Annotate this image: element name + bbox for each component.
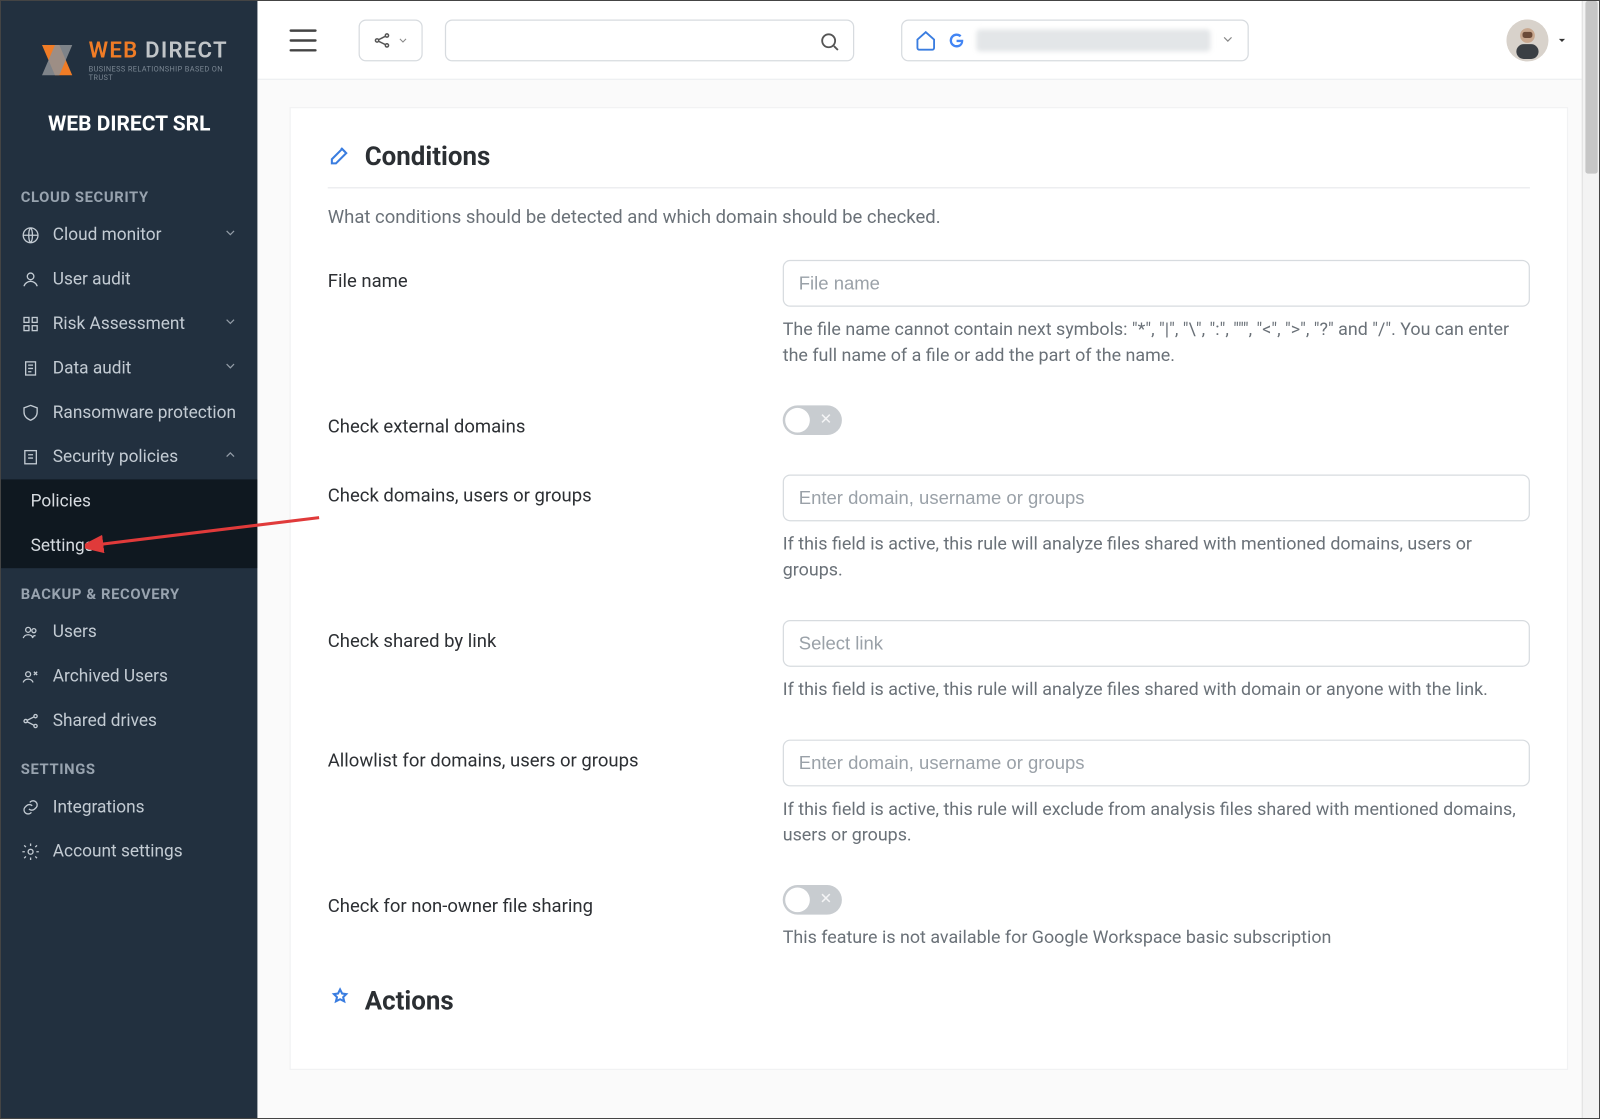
user-icon <box>21 270 41 290</box>
check-domains-input[interactable] <box>783 475 1530 522</box>
sidebar-item-label: Integrations <box>53 798 145 818</box>
chevron-down-icon <box>1220 28 1235 51</box>
sidebar-item-label: Users <box>53 622 97 642</box>
scrollbar-thumb[interactable] <box>1585 1 1597 174</box>
sidebar-item-label: Shared drives <box>53 711 157 731</box>
archived-users-icon <box>21 667 41 687</box>
context-account-name-redacted <box>976 29 1210 51</box>
non-owner-sharing-toggle[interactable]: ✕ <box>783 885 842 915</box>
caret-down-icon <box>1556 34 1568 46</box>
file-name-label: File name <box>328 260 753 292</box>
file-name-help: The file name cannot contain next symbol… <box>783 317 1530 369</box>
clipboard-icon <box>21 359 41 379</box>
sidebar-subitem-policies[interactable]: Policies <box>1 479 257 523</box>
sidebar-item-label: Security policies <box>53 447 178 467</box>
chevron-up-icon <box>223 447 238 467</box>
edit-icon <box>328 143 353 173</box>
sidebar-item-account-settings[interactable]: Account settings <box>1 830 257 874</box>
sidebar-item-label: Cloud monitor <box>53 225 162 245</box>
main-content: Conditions What conditions should be det… <box>257 1 1600 1119</box>
brand-block: WEB DIRECT BUSINESS RELATIONSHIP BASED O… <box>1 1 257 100</box>
sidebar-item-security-policies[interactable]: Security policies <box>1 435 257 479</box>
home-icon <box>915 29 937 51</box>
sidebar-item-label: Risk Assessment <box>53 314 185 334</box>
share-icon <box>372 30 392 50</box>
sidebar-item-risk-assessment[interactable]: Risk Assessment <box>1 302 257 346</box>
sidebar: WEB DIRECT BUSINESS RELATIONSHIP BASED O… <box>1 1 257 1119</box>
link-icon <box>21 798 41 818</box>
chevron-down-icon <box>223 359 238 379</box>
sidebar-item-shared-drives[interactable]: Shared drives <box>1 699 257 743</box>
allowlist-help: If this field is active, this rule will … <box>783 796 1530 848</box>
file-name-input[interactable] <box>783 260 1530 307</box>
check-shared-link-label: Check shared by link <box>328 620 753 652</box>
gear-icon <box>21 842 41 862</box>
sidebar-item-users[interactable]: Users <box>1 610 257 654</box>
sidebar-section-settings: SETTINGS <box>1 743 257 785</box>
conditions-title: Conditions <box>365 143 491 173</box>
share-icon <box>21 711 41 731</box>
non-owner-sharing-label: Check for non-owner file sharing <box>328 885 753 917</box>
grid-icon <box>21 314 41 334</box>
non-owner-sharing-help: This feature is not available for Google… <box>783 925 1530 951</box>
user-avatar <box>1506 19 1548 61</box>
sidebar-item-cloud-monitor[interactable]: Cloud monitor <box>1 213 257 257</box>
topbar <box>257 1 1600 80</box>
allowlist-input[interactable] <box>783 740 1530 787</box>
search-icon <box>818 30 840 52</box>
brand-tagline: BUSINESS RELATIONSHIP BASED ON TRUST <box>89 65 246 82</box>
content-scroll-area[interactable]: Conditions What conditions should be det… <box>257 80 1600 1119</box>
chevron-down-icon <box>223 225 238 245</box>
check-shared-link-select[interactable] <box>783 620 1530 667</box>
globe-icon <box>21 225 41 245</box>
check-external-domains-toggle[interactable]: ✕ <box>783 405 842 435</box>
sidebar-item-integrations[interactable]: Integrations <box>1 785 257 829</box>
actions-icon <box>328 988 353 1018</box>
brand-wordmark: WEB DIRECT <box>89 38 246 64</box>
vertical-scrollbar[interactable] <box>1582 1 1600 1119</box>
sidebar-item-label: Data audit <box>53 359 132 379</box>
allowlist-label: Allowlist for domains, users or groups <box>328 740 753 772</box>
sidebar-item-label: Account settings <box>53 842 183 862</box>
users-icon <box>21 622 41 642</box>
policy-icon <box>21 447 41 467</box>
chevron-down-icon <box>397 34 409 46</box>
conditions-description: What conditions should be detected and w… <box>328 206 1530 228</box>
search-input[interactable] <box>446 20 853 59</box>
search-box[interactable] <box>445 19 854 61</box>
sidebar-item-label: Archived Users <box>53 667 168 687</box>
brand-logo-icon <box>36 38 79 82</box>
sidebar-section-backup-recovery: BACKUP & RECOVERY <box>1 568 257 610</box>
sidebar-subsection-security-policies: Policies Settings <box>1 479 257 568</box>
google-icon <box>947 30 967 50</box>
user-menu[interactable] <box>1506 19 1568 61</box>
check-shared-link-help: If this field is active, this rule will … <box>783 677 1530 703</box>
check-domains-label: Check domains, users or groups <box>328 475 753 507</box>
check-external-domains-label: Check external domains <box>328 405 753 437</box>
shield-icon <box>21 403 41 423</box>
sidebar-item-archived-users[interactable]: Archived Users <box>1 654 257 698</box>
sidebar-item-ransomware-protection[interactable]: Ransomware protection <box>1 391 257 435</box>
chevron-down-icon <box>223 314 238 334</box>
context-selector[interactable] <box>901 19 1249 61</box>
sidebar-item-data-audit[interactable]: Data audit <box>1 346 257 390</box>
share-dropdown-button[interactable] <box>359 19 423 61</box>
check-domains-help: If this field is active, this rule will … <box>783 531 1530 583</box>
hamburger-menu-button[interactable] <box>290 29 317 51</box>
actions-title: Actions <box>365 988 454 1018</box>
conditions-card: Conditions What conditions should be det… <box>290 107 1569 1070</box>
sidebar-item-label: User audit <box>53 270 131 290</box>
sidebar-item-user-audit[interactable]: User audit <box>1 257 257 301</box>
org-name: WEB DIRECT SRL <box>1 112 257 137</box>
sidebar-subitem-settings[interactable]: Settings <box>1 524 257 568</box>
sidebar-item-label: Ransomware protection <box>53 403 236 423</box>
sidebar-section-cloud-security: CLOUD SECURITY <box>1 171 257 213</box>
